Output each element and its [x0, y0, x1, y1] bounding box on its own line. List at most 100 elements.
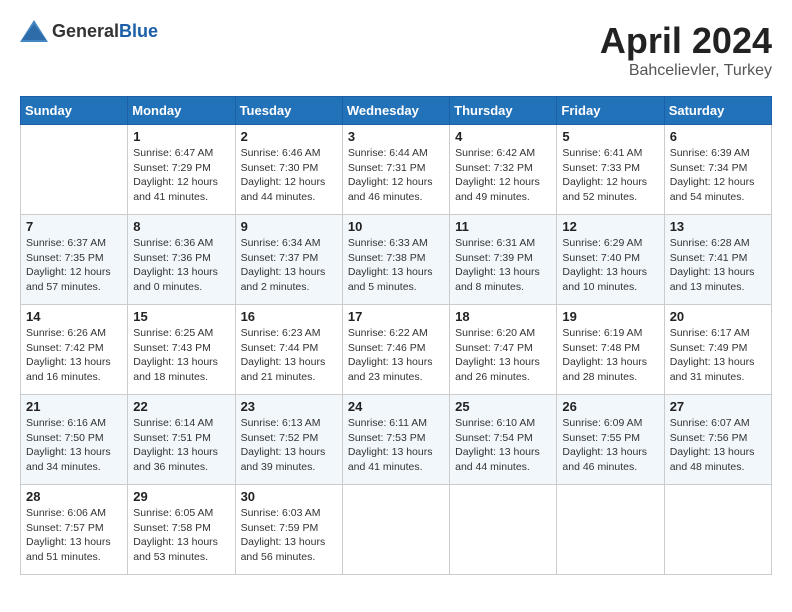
day-info: Sunrise: 6:33 AMSunset: 7:38 PMDaylight:… — [348, 236, 444, 295]
calendar-cell: 16 Sunrise: 6:23 AMSunset: 7:44 PMDayligh… — [235, 305, 342, 395]
day-info: Sunrise: 6:26 AMSunset: 7:42 PMDaylight:… — [26, 326, 122, 385]
day-number: 22 — [133, 399, 229, 414]
calendar-cell: 18 Sunrise: 6:20 AMSunset: 7:47 PMDayligh… — [450, 305, 557, 395]
day-info: Sunrise: 6:39 AMSunset: 7:34 PMDaylight:… — [670, 146, 766, 205]
day-info: Sunrise: 6:07 AMSunset: 7:56 PMDaylight:… — [670, 416, 766, 475]
day-number: 1 — [133, 129, 229, 144]
day-info: Sunrise: 6:05 AMSunset: 7:58 PMDaylight:… — [133, 506, 229, 565]
calendar-location: Bahcelievler, Turkey — [600, 62, 772, 80]
day-info: Sunrise: 6:41 AMSunset: 7:33 PMDaylight:… — [562, 146, 658, 205]
calendar-cell: 15 Sunrise: 6:25 AMSunset: 7:43 PMDayligh… — [128, 305, 235, 395]
calendar-week-row: 1 Sunrise: 6:47 AMSunset: 7:29 PMDaylight… — [21, 125, 772, 215]
logo-general-text: General — [52, 21, 119, 41]
day-info: Sunrise: 6:06 AMSunset: 7:57 PMDaylight:… — [26, 506, 122, 565]
day-number: 15 — [133, 309, 229, 324]
day-info: Sunrise: 6:47 AMSunset: 7:29 PMDaylight:… — [133, 146, 229, 205]
calendar-cell: 7 Sunrise: 6:37 AMSunset: 7:35 PMDaylight… — [21, 215, 128, 305]
day-number: 18 — [455, 309, 551, 324]
calendar-cell: 26Sunrise: 6:09 AMSunset: 7:55 PMDayligh… — [557, 395, 664, 485]
day-info: Sunrise: 6:20 AMSunset: 7:47 PMDaylight:… — [455, 326, 551, 385]
calendar-week-row: 28 Sunrise: 6:06 AMSunset: 7:57 PMDayligh… — [21, 485, 772, 575]
day-number: 24 — [348, 399, 444, 414]
calendar-week-row: 14 Sunrise: 6:26 AMSunset: 7:42 PMDayligh… — [21, 305, 772, 395]
day-number: 30 — [241, 489, 337, 504]
day-number: 5 — [562, 129, 658, 144]
day-number: 29 — [133, 489, 229, 504]
calendar-table: SundayMondayTuesdayWednesdayThursdayFrid… — [20, 96, 772, 575]
day-info: Sunrise: 6:31 AMSunset: 7:39 PMDaylight:… — [455, 236, 551, 295]
calendar-cell — [342, 485, 449, 575]
day-number: 23 — [241, 399, 337, 414]
day-info: Sunrise: 6:28 AMSunset: 7:41 PMDaylight:… — [670, 236, 766, 295]
calendar-cell: 22 Sunrise: 6:14 AMSunset: 7:51 PMDayligh… — [128, 395, 235, 485]
day-number: 19 — [562, 309, 658, 324]
calendar-cell: 27 Sunrise: 6:07 AMSunset: 7:56 PMDayligh… — [664, 395, 771, 485]
calendar-cell: 17Sunrise: 6:22 AMSunset: 7:46 PMDayligh… — [342, 305, 449, 395]
day-number: 3 — [348, 129, 444, 144]
calendar-cell: 12Sunrise: 6:29 AMSunset: 7:40 PMDayligh… — [557, 215, 664, 305]
day-info: Sunrise: 6:37 AMSunset: 7:35 PMDaylight:… — [26, 236, 122, 295]
day-header-thursday: Thursday — [450, 97, 557, 125]
logo: GeneralBlue — [20, 20, 158, 42]
calendar-cell — [21, 125, 128, 215]
calendar-title: April 2024 — [600, 20, 772, 62]
day-info: Sunrise: 6:10 AMSunset: 7:54 PMDaylight:… — [455, 416, 551, 475]
calendar-cell: 25Sunrise: 6:10 AMSunset: 7:54 PMDayligh… — [450, 395, 557, 485]
calendar-cell — [557, 485, 664, 575]
day-number: 20 — [670, 309, 766, 324]
calendar-cell: 23 Sunrise: 6:13 AMSunset: 7:52 PMDayligh… — [235, 395, 342, 485]
day-number: 14 — [26, 309, 122, 324]
day-number: 17 — [348, 309, 444, 324]
calendar-cell: 24 Sunrise: 6:11 AMSunset: 7:53 PMDayligh… — [342, 395, 449, 485]
calendar-header-row: SundayMondayTuesdayWednesdayThursdayFrid… — [21, 97, 772, 125]
day-number: 9 — [241, 219, 337, 234]
calendar-cell: 20 Sunrise: 6:17 AMSunset: 7:49 PMDayligh… — [664, 305, 771, 395]
day-number: 28 — [26, 489, 122, 504]
day-number: 2 — [241, 129, 337, 144]
calendar-cell: 4Sunrise: 6:42 AMSunset: 7:32 PMDaylight… — [450, 125, 557, 215]
day-info: Sunrise: 6:03 AMSunset: 7:59 PMDaylight:… — [241, 506, 337, 565]
day-info: Sunrise: 6:36 AMSunset: 7:36 PMDaylight:… — [133, 236, 229, 295]
calendar-cell: 5 Sunrise: 6:41 AMSunset: 7:33 PMDaylight… — [557, 125, 664, 215]
day-info: Sunrise: 6:17 AMSunset: 7:49 PMDaylight:… — [670, 326, 766, 385]
calendar-cell: 21 Sunrise: 6:16 AMSunset: 7:50 PMDayligh… — [21, 395, 128, 485]
calendar-cell: 10 Sunrise: 6:33 AMSunset: 7:38 PMDayligh… — [342, 215, 449, 305]
day-number: 7 — [26, 219, 122, 234]
day-info: Sunrise: 6:19 AMSunset: 7:48 PMDaylight:… — [562, 326, 658, 385]
day-number: 21 — [26, 399, 122, 414]
day-header-monday: Monday — [128, 97, 235, 125]
day-number: 13 — [670, 219, 766, 234]
day-info: Sunrise: 6:42 AMSunset: 7:32 PMDaylight:… — [455, 146, 551, 205]
day-info: Sunrise: 6:11 AMSunset: 7:53 PMDaylight:… — [348, 416, 444, 475]
calendar-cell: 14 Sunrise: 6:26 AMSunset: 7:42 PMDayligh… — [21, 305, 128, 395]
day-number: 26 — [562, 399, 658, 414]
day-header-saturday: Saturday — [664, 97, 771, 125]
calendar-cell: 3 Sunrise: 6:44 AMSunset: 7:31 PMDaylight… — [342, 125, 449, 215]
calendar-cell: 28 Sunrise: 6:06 AMSunset: 7:57 PMDayligh… — [21, 485, 128, 575]
day-number: 16 — [241, 309, 337, 324]
calendar-cell — [664, 485, 771, 575]
day-info: Sunrise: 6:25 AMSunset: 7:43 PMDaylight:… — [133, 326, 229, 385]
day-info: Sunrise: 6:13 AMSunset: 7:52 PMDaylight:… — [241, 416, 337, 475]
day-info: Sunrise: 6:34 AMSunset: 7:37 PMDaylight:… — [241, 236, 337, 295]
day-number: 11 — [455, 219, 551, 234]
day-header-friday: Friday — [557, 97, 664, 125]
day-number: 27 — [670, 399, 766, 414]
day-number: 10 — [348, 219, 444, 234]
day-info: Sunrise: 6:14 AMSunset: 7:51 PMDaylight:… — [133, 416, 229, 475]
calendar-cell: 19 Sunrise: 6:19 AMSunset: 7:48 PMDayligh… — [557, 305, 664, 395]
day-header-wednesday: Wednesday — [342, 97, 449, 125]
day-number: 8 — [133, 219, 229, 234]
logo-blue-text: Blue — [119, 21, 158, 41]
day-number: 6 — [670, 129, 766, 144]
calendar-cell: 6 Sunrise: 6:39 AMSunset: 7:34 PMDaylight… — [664, 125, 771, 215]
day-info: Sunrise: 6:44 AMSunset: 7:31 PMDaylight:… — [348, 146, 444, 205]
day-header-sunday: Sunday — [21, 97, 128, 125]
day-info: Sunrise: 6:46 AMSunset: 7:30 PMDaylight:… — [241, 146, 337, 205]
day-info: Sunrise: 6:23 AMSunset: 7:44 PMDaylight:… — [241, 326, 337, 385]
day-info: Sunrise: 6:16 AMSunset: 7:50 PMDaylight:… — [26, 416, 122, 475]
calendar-week-row: 7 Sunrise: 6:37 AMSunset: 7:35 PMDaylight… — [21, 215, 772, 305]
page-header: GeneralBlue April 2024 Bahcelievler, Tur… — [20, 20, 772, 80]
calendar-cell: 11 Sunrise: 6:31 AMSunset: 7:39 PMDayligh… — [450, 215, 557, 305]
calendar-cell: 30 Sunrise: 6:03 AMSunset: 7:59 PMDayligh… — [235, 485, 342, 575]
